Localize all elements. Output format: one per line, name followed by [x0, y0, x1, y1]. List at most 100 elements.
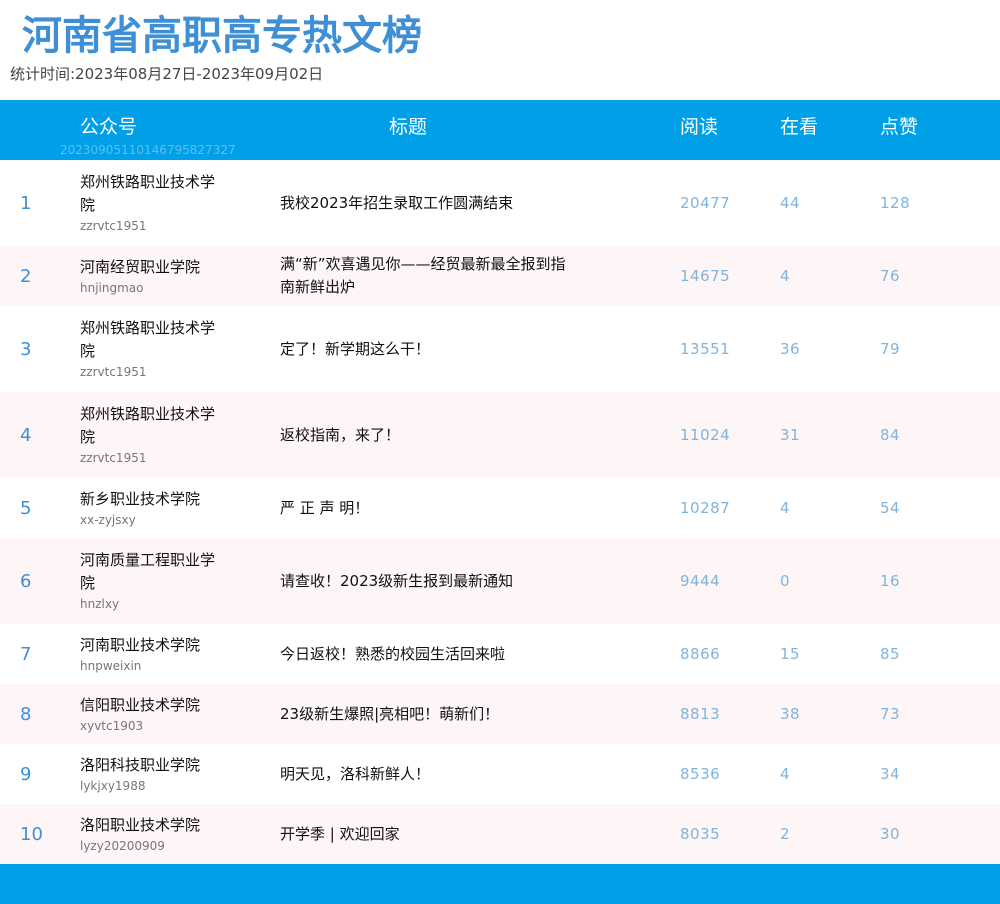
account-name: 洛阳职业技术学院	[80, 815, 201, 834]
header: 河南省高职高专热文榜 统计时间:2023年08月27日-2023年09月02日	[0, 0, 1000, 100]
account-name: 河南质量工程职业学院	[80, 551, 216, 592]
article-title[interactable]: 开学季 | 欢迎回家	[280, 804, 590, 864]
account-cell: 河南质量工程职业学院 hnzlxy	[80, 538, 260, 624]
account-id: xx-zyjsxy	[80, 512, 136, 527]
account-cell: 河南经贸职业学院 hnjingmao	[80, 246, 260, 306]
account-id: zzrvtc1951	[80, 451, 147, 465]
rank: 1	[20, 192, 32, 214]
watch-count: 4	[780, 499, 791, 517]
read-count: 10287	[680, 499, 731, 517]
account-id: hnpweixin	[80, 658, 142, 673]
account-cell: 郑州铁路职业技术学院 zzrvtc1951	[80, 392, 260, 478]
read-count: 13551	[680, 340, 731, 358]
rank: 7	[20, 643, 32, 665]
watch-count: 36	[780, 340, 801, 358]
account-cell: 郑州铁路职业技术学院 zzrvtc1951	[80, 306, 260, 392]
watch-count: 4	[780, 267, 791, 285]
table-row[interactable]: 9 洛阳科技职业学院 lykjxy1988 明天见，洛科新鲜人！ 8536 4 …	[0, 744, 1000, 804]
account-cell: 新乡职业技术学院 xx-zyjsxy	[80, 478, 260, 538]
table-row[interactable]: 5 新乡职业技术学院 xx-zyjsxy 严 正 声 明！ 10287 4 54	[0, 478, 1000, 538]
table-header: 公众号 标题 阅读 在看 点赞 20230905110146795827327	[0, 100, 1000, 160]
table-row[interactable]: 3 郑州铁路职业技术学院 zzrvtc1951 定了！新学期这么干！ 13551…	[0, 306, 1000, 392]
account-cell: 信阳职业技术学院 xyvtc1903	[80, 684, 260, 744]
like-count: 128	[880, 194, 911, 212]
table-row[interactable]: 1 郑州铁路职业技术学院 zzrvtc1951 我校2023年招生录取工作圆满结…	[0, 160, 1000, 246]
account-id: hnzlxy	[80, 597, 120, 611]
like-count: 54	[880, 499, 901, 517]
like-count: 30	[880, 825, 901, 843]
account-cell: 洛阳科技职业学院 lykjxy1988	[80, 744, 260, 804]
rank: 2	[20, 265, 32, 287]
article-title[interactable]: 满“新”欢喜遇见你——经贸最新最全报到指南新鲜出炉	[280, 246, 575, 306]
table-row[interactable]: 7 河南职业技术学院 hnpweixin 今日返校！熟悉的校园生活回来啦 886…	[0, 624, 1000, 684]
article-title[interactable]: 返校指南，来了！	[280, 392, 590, 478]
read-count: 9444	[680, 572, 721, 590]
account-name: 信阳职业技术学院	[80, 695, 201, 714]
like-count: 85	[880, 645, 901, 663]
watch-count: 4	[780, 765, 791, 783]
read-count: 8866	[680, 645, 721, 663]
like-count: 73	[880, 705, 901, 723]
account-name: 河南经贸职业学院	[80, 257, 201, 276]
like-count: 34	[880, 765, 901, 783]
article-title[interactable]: 严 正 声 明！	[280, 478, 590, 538]
watch-count: 2	[780, 825, 791, 843]
rank: 8	[20, 703, 32, 725]
table-row[interactable]: 8 信阳职业技术学院 xyvtc1903 23级新生爆照|亮相吧！萌新们！ 88…	[0, 684, 1000, 744]
account-id: lyzy20200909	[80, 838, 165, 853]
rank: 9	[20, 763, 32, 785]
table-row[interactable]: 4 郑州铁路职业技术学院 zzrvtc1951 返校指南，来了！ 11024 3…	[0, 392, 1000, 478]
page-title: 河南省高职高专热文榜	[22, 13, 422, 59]
table-row[interactable]: 2 河南经贸职业学院 hnjingmao 满“新”欢喜遇见你——经贸最新最全报到…	[0, 246, 1000, 306]
article-title[interactable]: 今日返校！熟悉的校园生活回来啦	[280, 624, 590, 684]
rank: 4	[20, 424, 32, 446]
read-count: 8536	[680, 765, 721, 783]
read-count: 11024	[680, 426, 731, 444]
read-count: 14675	[680, 267, 731, 285]
column-header-watch: 在看	[780, 116, 819, 138]
account-id: xyvtc1903	[80, 718, 144, 733]
article-title[interactable]: 定了！新学期这么干！	[280, 306, 590, 392]
like-count: 79	[880, 340, 901, 358]
like-count: 84	[880, 426, 901, 444]
article-title[interactable]: 23级新生爆照|亮相吧！萌新们！	[280, 684, 590, 744]
stat-period: 统计时间:2023年08月27日-2023年09月02日	[10, 65, 324, 83]
rank: 3	[20, 338, 32, 360]
account-name: 郑州铁路职业技术学院	[80, 319, 216, 360]
account-id: zzrvtc1951	[80, 219, 147, 233]
read-count: 8035	[680, 825, 721, 843]
account-cell: 洛阳职业技术学院 lyzy20200909	[80, 804, 260, 864]
account-id: lykjxy1988	[80, 778, 146, 793]
account-id: hnjingmao	[80, 280, 144, 295]
account-name: 新乡职业技术学院	[80, 489, 201, 508]
article-title[interactable]: 请查收！2023级新生报到最新通知	[280, 538, 590, 624]
watch-count: 44	[780, 194, 801, 212]
watch-count: 31	[780, 426, 801, 444]
watch-count: 0	[780, 572, 791, 590]
account-cell: 河南职业技术学院 hnpweixin	[80, 624, 260, 684]
account-name: 郑州铁路职业技术学院	[80, 173, 216, 214]
watch-count: 15	[780, 645, 801, 663]
column-header-title: 标题	[389, 116, 428, 138]
like-count: 16	[880, 572, 901, 590]
rank: 5	[20, 497, 32, 519]
account-cell: 郑州铁路职业技术学院 zzrvtc1951	[80, 160, 260, 246]
like-count: 76	[880, 267, 901, 285]
account-name: 河南职业技术学院	[80, 635, 201, 654]
table-row[interactable]: 10 洛阳职业技术学院 lyzy20200909 开学季 | 欢迎回家 8035…	[0, 804, 1000, 864]
article-title[interactable]: 明天见，洛科新鲜人！	[280, 744, 590, 804]
account-id: zzrvtc1951	[80, 365, 147, 379]
column-header-like: 点赞	[880, 116, 919, 138]
read-count: 20477	[680, 194, 731, 212]
article-title[interactable]: 我校2023年招生录取工作圆满结束	[280, 160, 590, 246]
footer-bar	[0, 864, 1000, 904]
ranking-table: 1 郑州铁路职业技术学院 zzrvtc1951 我校2023年招生录取工作圆满结…	[0, 160, 1000, 864]
watch-count: 38	[780, 705, 801, 723]
table-row[interactable]: 6 河南质量工程职业学院 hnzlxy 请查收！2023级新生报到最新通知 94…	[0, 538, 1000, 624]
read-count: 8813	[680, 705, 721, 723]
watermark: 20230905110146795827327	[60, 143, 236, 157]
rank: 10	[20, 823, 43, 845]
rank: 6	[20, 570, 32, 592]
column-header-account: 公众号	[80, 116, 138, 138]
account-name: 郑州铁路职业技术学院	[80, 405, 216, 446]
